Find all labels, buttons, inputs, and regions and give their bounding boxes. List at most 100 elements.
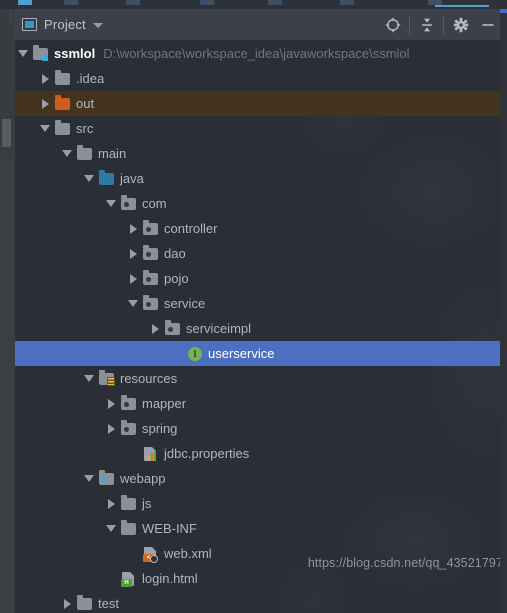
- folder-icon: [120, 520, 138, 537]
- resource-root-folder-icon: [98, 370, 116, 387]
- tree-node-label: .idea: [76, 71, 105, 86]
- chevron-right-icon[interactable]: [146, 316, 164, 341]
- tree-node-label: login.html: [142, 571, 198, 586]
- chevron-down-icon[interactable]: [80, 466, 98, 491]
- tree-node-spring[interactable]: spring: [14, 416, 507, 441]
- tree-node-controller[interactable]: controller: [14, 216, 507, 241]
- tree-node-src[interactable]: src: [14, 116, 507, 141]
- web-root-folder-icon: [98, 470, 116, 487]
- chevron-down-icon[interactable]: [102, 516, 120, 541]
- tree-node-serviceimpl[interactable]: serviceimpl: [14, 316, 507, 341]
- project-title-group[interactable]: Project: [22, 9, 103, 40]
- tree-node-main[interactable]: main: [14, 141, 507, 166]
- chevron-right-icon[interactable]: [36, 91, 54, 116]
- tree-node-web-inf[interactable]: WEB-INF: [14, 516, 507, 541]
- package-icon: [142, 270, 160, 287]
- twisty-placeholder: [168, 341, 186, 366]
- package-icon: [120, 395, 138, 412]
- tree-node-label: resources: [120, 371, 178, 386]
- tree-node-label: test: [98, 596, 119, 611]
- project-tree[interactable]: ssmlol D:\workspace\workspace_idea\javawo…: [14, 41, 507, 613]
- module-folder-icon: [32, 45, 50, 62]
- package-icon: [120, 420, 138, 437]
- chevron-down-icon[interactable]: [58, 141, 76, 166]
- tree-node-dao[interactable]: dao: [14, 241, 507, 266]
- tree-node-login-html[interactable]: Hlogin.html: [14, 566, 507, 591]
- tree-node-java[interactable]: java: [14, 166, 507, 191]
- editor-tab-indicator[interactable]: [64, 0, 78, 5]
- tree-node-pojo[interactable]: pojo: [14, 266, 507, 291]
- tree-node-userservice[interactable]: Iuserservice: [14, 341, 507, 366]
- stripe-label[interactable]: ·····: [1, 13, 13, 23]
- chevron-down-icon[interactable]: [124, 291, 142, 316]
- package-icon: [142, 220, 160, 237]
- chevron-right-icon[interactable]: [102, 491, 120, 516]
- tree-node-service[interactable]: service: [14, 291, 507, 316]
- editor-tab-indicator[interactable]: [340, 0, 354, 5]
- tree-node-label: js: [142, 496, 152, 511]
- tree-node-jdbc-properties[interactable]: jdbc.properties: [14, 441, 507, 466]
- tree-node-test[interactable]: test: [14, 591, 507, 613]
- toolbar-divider: [409, 15, 410, 34]
- source-root-folder-icon: [98, 170, 116, 187]
- gear-icon[interactable]: [447, 9, 474, 40]
- minimize-icon[interactable]: [474, 9, 501, 40]
- chevron-right-icon[interactable]: [124, 216, 142, 241]
- project-panel: Project ssmlol D:\workspace\workspace_id…: [14, 9, 507, 613]
- tree-node-com[interactable]: com: [14, 191, 507, 216]
- tool-window-stripe: ·····: [0, 9, 14, 613]
- chevron-right-icon[interactable]: [124, 241, 142, 266]
- editor-tab-indicator[interactable]: [18, 0, 32, 5]
- chevron-down-icon[interactable]: [36, 116, 54, 141]
- collapse-all-icon[interactable]: [413, 9, 440, 40]
- package-icon: [120, 195, 138, 212]
- chevron-down-icon[interactable]: [80, 166, 98, 191]
- tree-node-label: dao: [164, 246, 186, 261]
- tree-node-js[interactable]: js: [14, 491, 507, 516]
- right-marker: [500, 9, 507, 13]
- tree-node-mapper[interactable]: mapper: [14, 391, 507, 416]
- tree-node-label: userservice: [208, 346, 275, 361]
- chevron-down-icon[interactable]: [14, 41, 32, 66]
- tree-node-idea[interactable]: .idea: [14, 66, 507, 91]
- scrollbar-thumb[interactable]: [2, 119, 11, 147]
- chevron-right-icon[interactable]: [102, 391, 120, 416]
- chevron-right-icon[interactable]: [36, 66, 54, 91]
- toolbar-divider: [443, 15, 444, 34]
- chevron-right-icon[interactable]: [102, 416, 120, 441]
- twisty-placeholder: [124, 441, 142, 466]
- editor-tab-indicator[interactable]: [268, 0, 282, 5]
- editor-tab-indicator[interactable]: [200, 0, 214, 5]
- tree-node-label: webapp: [120, 471, 166, 486]
- tree-node-ssmlol[interactable]: ssmlol D:\workspace\workspace_idea\javawo…: [14, 41, 507, 66]
- package-icon: [142, 245, 160, 262]
- chevron-right-icon[interactable]: [58, 591, 76, 613]
- tree-node-out[interactable]: out: [14, 91, 507, 116]
- interface-icon: I: [186, 346, 204, 362]
- chevron-right-icon[interactable]: [124, 266, 142, 291]
- folder-icon: [120, 495, 138, 512]
- properties-file-icon: [142, 446, 160, 462]
- editor-tab-indicator[interactable]: [126, 0, 140, 5]
- tree-node-label: service: [164, 296, 206, 311]
- chevron-down-icon[interactable]: [102, 191, 120, 216]
- chevron-down-icon[interactable]: [92, 23, 103, 28]
- tree-node-label: WEB-INF: [142, 521, 197, 536]
- tree-node-webapp[interactable]: webapp: [14, 466, 507, 491]
- tree-node-web-xml[interactable]: < web.xml: [14, 541, 507, 566]
- tree-node-label: jdbc.properties: [164, 446, 250, 461]
- tree-node-resources[interactable]: resources: [14, 366, 507, 391]
- html-file-icon: H: [120, 571, 138, 587]
- chevron-down-icon[interactable]: [80, 366, 98, 391]
- select-opened-file-icon[interactable]: [379, 9, 406, 40]
